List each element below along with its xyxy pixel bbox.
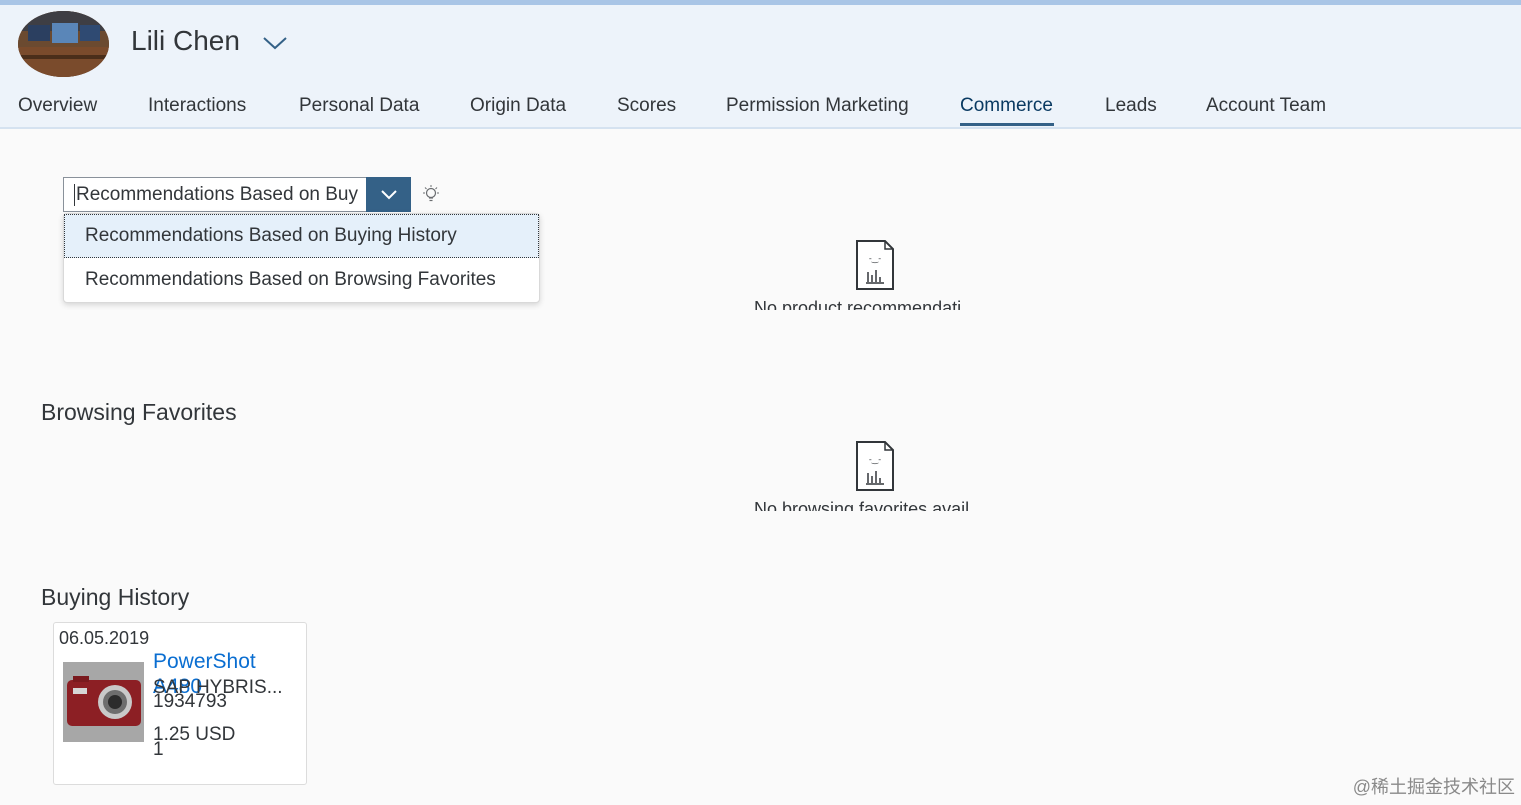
user-name[interactable]: Lili Chen bbox=[131, 25, 240, 57]
tab-account-team[interactable]: Account Team bbox=[1206, 95, 1326, 117]
no-data-document-icon: -‿- bbox=[856, 240, 894, 290]
profile-header: Lili Chen Overview Interactions Personal… bbox=[0, 5, 1521, 129]
lightbulb-icon[interactable] bbox=[421, 184, 441, 204]
chevron-down-icon[interactable] bbox=[262, 35, 288, 51]
tab-scores[interactable]: Scores bbox=[617, 95, 676, 117]
avatar-photo bbox=[18, 11, 109, 77]
product-price: 1.25 USD bbox=[153, 724, 236, 745]
buying-history-card[interactable]: 06.05.2019 PowerShot A480 SAP HYBRIS... … bbox=[53, 622, 307, 785]
active-tab-indicator bbox=[960, 123, 1054, 126]
tab-interactions[interactable]: Interactions bbox=[148, 95, 246, 117]
recommendation-combobox[interactable]: Recommendations Based on Buy bbox=[63, 177, 411, 212]
tab-overview[interactable]: Overview bbox=[18, 95, 97, 117]
svg-text:-‿-: -‿- bbox=[869, 254, 881, 263]
chevron-down-icon bbox=[380, 189, 397, 199]
browsing-favorites-title: Browsing Favorites bbox=[41, 399, 237, 425]
product-quantity: 1 bbox=[153, 739, 164, 760]
no-browsing-favorites-text: No browsing favorites avail bbox=[754, 499, 970, 511]
dropdown-option-browsing-favorites[interactable]: Recommendations Based on Browsing Favori… bbox=[64, 258, 539, 302]
tab-permission-marketing[interactable]: Permission Marketing bbox=[726, 95, 909, 117]
avatar bbox=[18, 11, 109, 77]
recommendation-dropdown-list: Recommendations Based on Buying History … bbox=[63, 213, 540, 303]
no-recommendations-text: No product recommendati bbox=[754, 298, 962, 310]
tab-origin-data[interactable]: Origin Data bbox=[470, 95, 566, 117]
purchase-date: 06.05.2019 bbox=[59, 628, 150, 648]
watermark: @稀土掘金技术社区 bbox=[1352, 777, 1515, 797]
product-image bbox=[63, 662, 144, 742]
svg-text:-‿-: -‿- bbox=[869, 455, 881, 464]
tab-leads[interactable]: Leads bbox=[1105, 95, 1157, 117]
camera-image bbox=[63, 662, 144, 742]
tab-commerce[interactable]: Commerce bbox=[960, 95, 1053, 117]
product-id: 1934793 bbox=[153, 691, 227, 712]
buying-history-title: Buying History bbox=[41, 584, 190, 610]
combobox-dropdown-button[interactable] bbox=[366, 177, 411, 212]
dropdown-option-buying-history[interactable]: Recommendations Based on Buying History bbox=[64, 214, 539, 258]
recommendation-combobox-input[interactable]: Recommendations Based on Buy bbox=[74, 184, 366, 206]
tab-personal-data[interactable]: Personal Data bbox=[299, 95, 419, 117]
no-data-document-icon: -‿- bbox=[856, 441, 894, 491]
